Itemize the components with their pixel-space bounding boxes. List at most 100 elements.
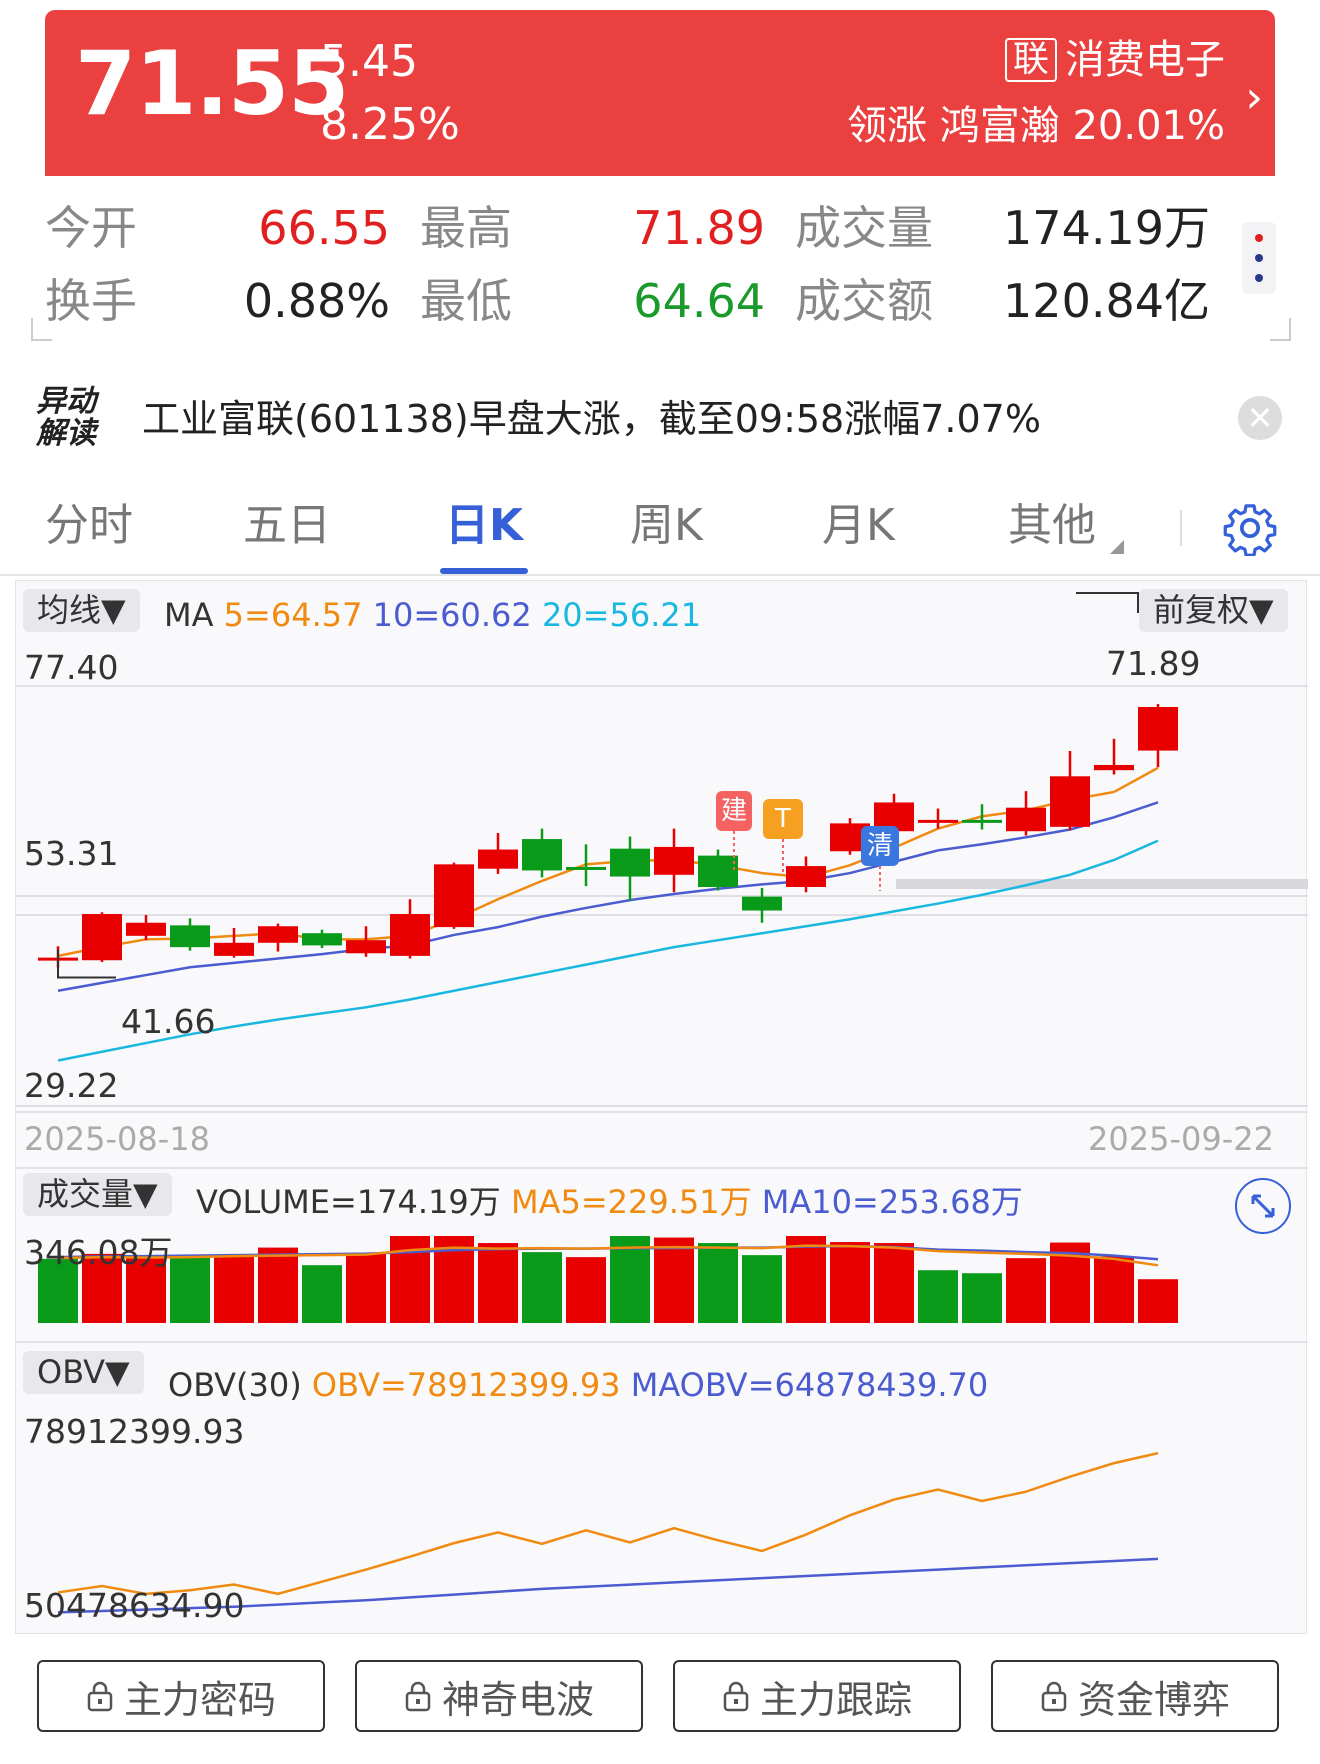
kline-axis-bottom: 29.22 (24, 1066, 119, 1105)
tab-monthly-k[interactable]: 月K (822, 504, 895, 548)
tab-five-day[interactable]: 五日 (243, 504, 331, 548)
corner-triangle-icon (1110, 540, 1124, 554)
candle-body (1050, 776, 1090, 827)
volume-bar (214, 1256, 254, 1323)
volume-bar (786, 1236, 826, 1323)
volume-bar (654, 1237, 694, 1323)
open-label: 今开 (45, 201, 137, 255)
candle-body (126, 922, 166, 936)
volume-label: 成交量 (795, 201, 933, 255)
obv-legend: OBV(30) OBV=78912399.93 MAOBV=64878439.7… (168, 1369, 988, 1401)
tab-divider (1180, 510, 1182, 546)
volume-bar (874, 1243, 914, 1323)
chevron-right-icon[interactable]: › (1245, 76, 1263, 120)
volume-ma10: MA10=253.68万 (761, 1183, 1023, 1221)
magic-wave-button[interactable]: 神奇电波 (355, 1660, 643, 1732)
candle-body (214, 942, 254, 956)
last-price: 71.55 (75, 32, 349, 135)
candle-body (566, 866, 606, 870)
candle-body (610, 848, 650, 877)
news-text: 工业富联(601138)早盘大涨，截至09:58涨幅7.07% (142, 397, 1041, 441)
news-badge: 异动 解读 (36, 386, 116, 449)
quote-header: 71.55 5.45 8.25% 联 消费电子 领涨 鸿富瀚 20.01% › (45, 10, 1275, 176)
volume-text: VOLUME=174.19万 (196, 1183, 501, 1221)
news-badge-line1: 异动 (36, 384, 96, 419)
date-start: 2025-08-18 (24, 1120, 210, 1158)
tab-weekly-k[interactable]: 周K (630, 504, 703, 548)
t-marker[interactable]: T (763, 799, 803, 839)
close-icon[interactable]: ✕ (1238, 396, 1282, 440)
volume-bar (1138, 1279, 1178, 1323)
min-price-label: 41.66 (121, 1002, 216, 1041)
volume-bar (302, 1265, 342, 1323)
main-force-track-button[interactable]: 主力跟踪 (673, 1660, 961, 1732)
sector-tag: 联 (1004, 38, 1057, 82)
candle-body (302, 933, 342, 946)
volume-bar (258, 1247, 298, 1323)
lock-icon (723, 1681, 749, 1712)
news-banner[interactable]: 异动 解读 工业富联(601138)早盘大涨，截至09:58涨幅7.07% ✕ (0, 378, 1320, 466)
main-force-code-button[interactable]: 主力密码 (37, 1660, 325, 1732)
candle-body (654, 846, 694, 875)
volume-bar (1094, 1256, 1134, 1323)
volume-divider (16, 1167, 1308, 1169)
maobv-value: MAOBV=64878439.70 (630, 1366, 989, 1404)
main-force-code-label: 主力密码 (123, 1677, 276, 1722)
obv-axis-top: 78912399.93 (24, 1412, 245, 1451)
high-value: 71.89 (633, 201, 765, 255)
tab-other[interactable]: 其他 (1008, 504, 1096, 548)
candle-body (1138, 706, 1178, 751)
tab-daily-k[interactable]: 日K (445, 504, 523, 548)
date-divider (16, 1111, 1308, 1113)
expand-icon[interactable] (1235, 1178, 1291, 1234)
candle-body (962, 819, 1002, 823)
volume-bar (742, 1255, 782, 1323)
chart-tabs: 分时 五日 日K 周K 月K 其他 (0, 480, 1320, 576)
sector-lead: 领涨 鸿富瀚 20.01% (847, 103, 1225, 149)
volume-bar (478, 1243, 518, 1323)
candle-body (786, 866, 826, 888)
candle-body (478, 849, 518, 869)
obv-value: OBV=78912399.93 (311, 1366, 621, 1404)
candle-body (698, 855, 738, 888)
stats-corner-marks (31, 318, 1291, 341)
volume-bar (962, 1273, 1002, 1323)
candle-body (742, 896, 782, 911)
fund-game-button[interactable]: 资金博弈 (991, 1660, 1279, 1732)
max-price-label: 71.89 (1106, 644, 1201, 683)
lock-icon (405, 1681, 431, 1712)
date-end: 2025-09-22 (1088, 1120, 1274, 1158)
candle-body (1006, 807, 1046, 832)
price-change: 5.45 (320, 36, 418, 87)
high-label: 最高 (420, 201, 512, 255)
candle-body (258, 926, 298, 943)
kline-axis-mid: 53.31 (24, 834, 119, 873)
volume-bar (698, 1243, 738, 1323)
volume-legend: VOLUME=174.19万 MA5=229.51万 MA10=253.68万 (196, 1186, 1023, 1218)
candle-body (522, 839, 562, 871)
volume-bar (346, 1253, 386, 1323)
candle-body (346, 940, 386, 954)
candle-body (918, 819, 958, 823)
kline-chart[interactable] (16, 581, 1308, 1635)
build-marker[interactable]: 建 (716, 791, 752, 831)
gear-icon[interactable] (1222, 500, 1278, 556)
volume-bar (918, 1270, 958, 1323)
chart-panel: 均线▼ MA 5=64.57 10=60.62 20=56.21 前复权▼ 77… (15, 580, 1308, 1635)
clear-marker[interactable]: 清 (861, 826, 899, 866)
obv-dropdown[interactable]: OBV▼ (23, 1351, 144, 1395)
kline-axis-top: 77.40 (24, 648, 119, 687)
candle-body (82, 914, 122, 961)
news-badge-line2: 解读 (36, 415, 96, 451)
volume-bar (830, 1242, 870, 1323)
more-icon[interactable] (1242, 222, 1276, 294)
sector-name: 消费电子 (1065, 37, 1225, 83)
candle-body (170, 925, 210, 948)
volume-bar (522, 1252, 562, 1323)
tab-intraday[interactable]: 分时 (45, 504, 133, 548)
volume-dropdown[interactable]: 成交量▼ (23, 1173, 172, 1217)
lock-icon (1041, 1681, 1067, 1712)
obv-line (57, 1451, 1159, 1596)
sector-link[interactable]: 联 消费电子 (1004, 37, 1225, 83)
active-tab-indicator (440, 568, 528, 574)
